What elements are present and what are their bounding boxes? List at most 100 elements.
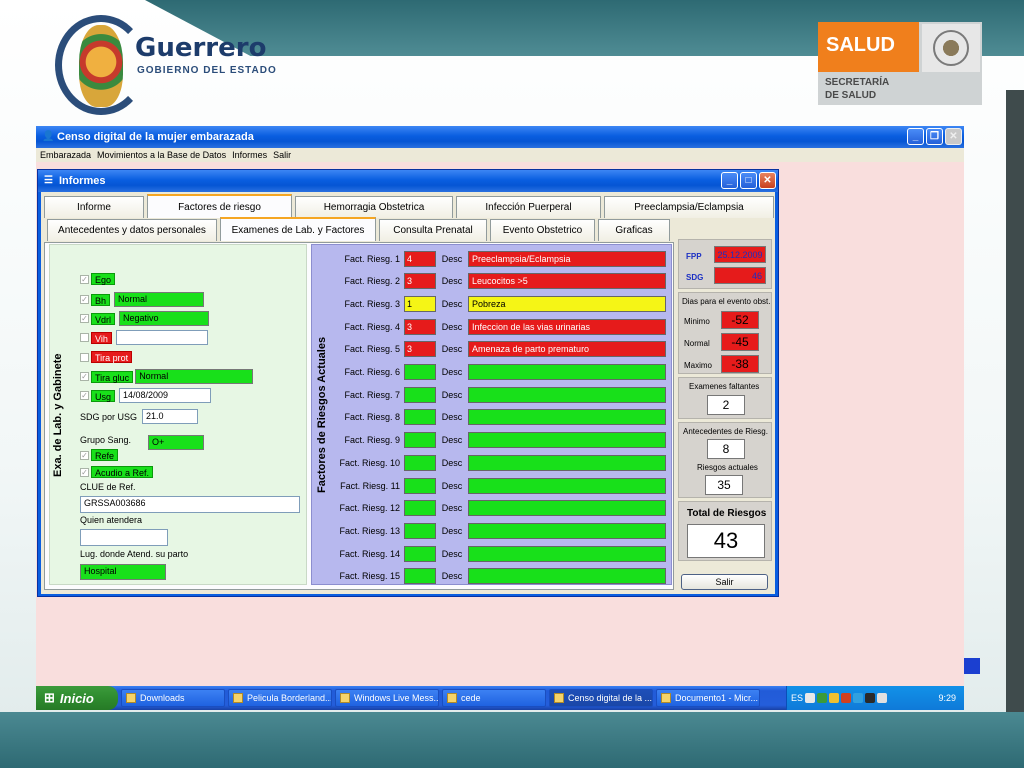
risk-code-field[interactable] xyxy=(404,386,436,403)
salud-title: SALUD xyxy=(818,22,919,72)
tab-infeccion[interactable]: Infección Puerperal xyxy=(456,196,601,218)
risk-desc-field[interactable]: Preeclampsia/Eclampsia xyxy=(468,250,666,267)
examenes-box: Examenes faltantes 2 xyxy=(678,377,772,419)
language-indicator[interactable]: ES xyxy=(791,693,803,703)
clock[interactable]: 9:29 xyxy=(938,693,964,703)
taskbar-item[interactable]: Windows Live Mess... xyxy=(335,689,439,707)
tab-factores-riesgo[interactable]: Factores de riesgo xyxy=(147,194,292,218)
risk-desc-field[interactable]: Pobreza xyxy=(468,295,666,312)
risk-desc-field[interactable] xyxy=(468,409,666,426)
tira-gluc-checkbox[interactable]: ✓ xyxy=(80,372,89,381)
risk-desc-field[interactable] xyxy=(468,386,666,403)
risk-desc-field[interactable] xyxy=(468,522,666,539)
antivirus-icon[interactable] xyxy=(841,693,852,703)
tab-examenes-lab[interactable]: Examenes de Lab. y Factores xyxy=(220,217,376,241)
risk-code-field[interactable] xyxy=(404,432,436,449)
vih-checkbox[interactable] xyxy=(80,333,89,342)
risk-desc-field[interactable] xyxy=(468,364,666,380)
refe-checkbox[interactable]: ✓ xyxy=(80,450,89,460)
risk-code-field[interactable]: 1 xyxy=(404,295,436,312)
antecedentes-label: Antecedentes de Riesg. xyxy=(683,427,768,436)
risk-code-field[interactable] xyxy=(404,522,436,539)
risk-desc-field[interactable] xyxy=(468,568,666,585)
informes-body: Informe Factores de riesgo Hemorragia Ob… xyxy=(41,192,775,594)
usg-date-field[interactable]: 14/08/2009 xyxy=(119,388,212,403)
security-icon[interactable] xyxy=(829,693,840,703)
salir-button[interactable]: Salir xyxy=(681,574,768,590)
risk-code-field[interactable] xyxy=(404,454,436,471)
quien-field[interactable] xyxy=(80,529,168,546)
ego-checkbox[interactable]: ✓ xyxy=(80,274,89,284)
risk-desc-field[interactable]: Infeccion de las vias urinarias xyxy=(468,318,666,335)
risk-desc-field[interactable] xyxy=(468,500,666,517)
risk-code-field[interactable]: 3 xyxy=(404,318,436,335)
tab-antecedentes[interactable]: Antecedentes y datos personales xyxy=(47,219,217,241)
clue-field[interactable]: GRSSA003686 xyxy=(80,496,300,513)
acudio-checkbox[interactable]: ✓ xyxy=(80,467,89,477)
risk-code-field[interactable] xyxy=(404,477,436,494)
informes-minimize-button[interactable]: _ xyxy=(721,172,738,189)
app-title-bar[interactable]: 👤 Censo digital de la mujer embarazada _… xyxy=(36,126,964,148)
restore-button[interactable]: ❐ xyxy=(926,128,943,145)
tab-preeclampsia[interactable]: Preeclampsia/Eclampsia xyxy=(604,196,774,218)
taskbar-item[interactable]: cede xyxy=(442,689,546,707)
start-button[interactable]: ⊞ Inicio xyxy=(36,686,118,710)
risk-code-field[interactable]: 4 xyxy=(404,250,436,267)
vdrl-checkbox[interactable]: ✓ xyxy=(80,314,89,323)
usg-checkbox[interactable]: ✓ xyxy=(80,391,89,400)
vih-field[interactable] xyxy=(115,330,208,345)
bh-field[interactable]: Normal xyxy=(114,292,205,307)
risk-desc-field[interactable] xyxy=(468,477,666,494)
volume-icon[interactable] xyxy=(853,693,864,703)
bh-checkbox[interactable]: ✓ xyxy=(80,295,89,304)
risk-label: Fact. Riesg. 10 xyxy=(339,457,400,468)
risk-desc-field[interactable] xyxy=(468,454,666,471)
taskbar-item[interactable]: Pelicula Borderland... xyxy=(228,689,332,707)
messenger-icon[interactable] xyxy=(817,693,828,703)
taskbar-item[interactable]: Downloads xyxy=(121,689,225,707)
grupo-field[interactable]: O+ xyxy=(148,435,204,450)
risk-desc-field[interactable]: Amenaza de parto prematuro xyxy=(468,341,666,358)
risk-code-field[interactable] xyxy=(404,545,436,562)
tira-gluc-field[interactable]: Normal xyxy=(135,369,254,384)
informes-maximize-button[interactable]: □ xyxy=(740,172,757,189)
risk-code-field[interactable] xyxy=(404,409,436,426)
display-icon[interactable] xyxy=(865,693,876,703)
risk-code-field[interactable]: 3 xyxy=(404,273,436,290)
informes-title-bar[interactable]: ☰ Informes _ □ ✕ xyxy=(38,170,778,192)
risk-desc-label: Desc xyxy=(441,253,463,264)
tab-evento-obstetrico[interactable]: Evento Obstetrico xyxy=(490,219,595,241)
menu-salir[interactable]: Salir xyxy=(273,150,291,160)
risk-code-field[interactable]: 3 xyxy=(404,341,436,358)
minimize-button[interactable]: _ xyxy=(907,128,924,145)
vdrl-field[interactable]: Negativo xyxy=(119,311,210,326)
usb-icon[interactable] xyxy=(877,693,888,703)
risk-code-field[interactable] xyxy=(404,568,436,585)
taskbar-item[interactable]: Documento1 - Micr... xyxy=(656,689,760,707)
minimo-value: -52 xyxy=(721,311,759,329)
taskbar-item[interactable]: Censo digital de la ... xyxy=(549,689,653,707)
windows-flag-icon: ⊞ xyxy=(44,690,55,705)
risk-code-field[interactable] xyxy=(404,364,436,380)
lug-field[interactable]: Hospital xyxy=(80,564,166,580)
network-icon[interactable] xyxy=(805,693,816,703)
sdg-usg-field[interactable]: 21.0 xyxy=(142,409,198,424)
tab-consulta-prenatal[interactable]: Consulta Prenatal xyxy=(379,219,487,241)
risk-desc-label: Desc xyxy=(441,503,463,514)
risk-desc-field[interactable] xyxy=(468,432,666,449)
risk-desc-field[interactable] xyxy=(468,545,666,562)
tab-graficas[interactable]: Graficas xyxy=(598,219,670,241)
risk-desc-field[interactable]: Leucocitos >5 xyxy=(468,273,666,290)
risk-code-field[interactable] xyxy=(404,500,436,517)
menu-movimientos[interactable]: Movimientos a la Base de Datos xyxy=(97,150,226,160)
menu-informes[interactable]: Informes xyxy=(232,150,267,160)
tira-prot-checkbox[interactable] xyxy=(80,352,89,362)
quien-label-row: Quien atendera xyxy=(80,515,142,525)
tab-informe[interactable]: Informe xyxy=(44,196,144,218)
grupo-label: Grupo Sang. xyxy=(80,434,132,445)
clue-label-row: CLUE de Ref. xyxy=(80,482,136,492)
tab-hemorragia[interactable]: Hemorragia Obstetrica xyxy=(295,196,453,218)
informes-close-button[interactable]: ✕ xyxy=(759,172,776,189)
menu-embarazada[interactable]: Embarazada xyxy=(40,150,91,160)
guerrero-subtitle: GOBIERNO DEL ESTADO xyxy=(137,65,277,76)
